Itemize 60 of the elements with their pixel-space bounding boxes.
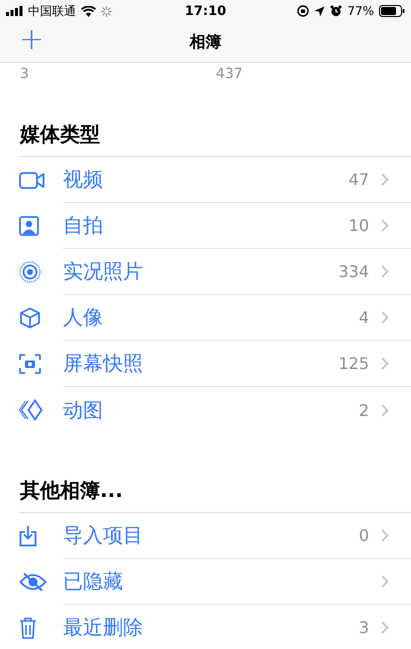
chevron-right-icon <box>381 219 389 232</box>
chevron-right-icon <box>381 575 389 588</box>
location-arrow-icon <box>314 6 326 16</box>
live-photo-icon <box>19 261 41 283</box>
album-row[interactable]: 导入项目 0 <box>0 513 411 559</box>
battery-percent: 77% <box>347 4 374 18</box>
wifi-icon <box>81 6 96 16</box>
album-name: 人像 <box>63 304 104 331</box>
album-count: 437 <box>216 66 243 82</box>
album-name: 已隐藏 <box>63 568 124 595</box>
album-row[interactable]: 最近删除 3 <box>0 605 411 649</box>
battery-icon <box>379 5 405 17</box>
item-count: 10 <box>348 216 369 235</box>
album-row[interactable]: 实况照片 334 <box>0 249 411 295</box>
album-count: 3 <box>20 66 29 82</box>
import-icon <box>19 525 37 547</box>
chevron-right-icon <box>381 265 389 278</box>
item-count: 334 <box>338 262 369 281</box>
album-row[interactable]: 自拍 10 <box>0 203 411 249</box>
section-header: 其他相簿... <box>20 477 123 504</box>
album-name: 视频 <box>63 166 104 193</box>
item-count: 125 <box>338 354 369 373</box>
album-row[interactable]: 人像 4 <box>0 295 411 341</box>
album-name: 动图 <box>63 396 104 424</box>
add-button[interactable]: + <box>19 25 44 59</box>
album-row[interactable]: 动图 2 <box>0 387 411 433</box>
spinner-icon <box>101 6 112 16</box>
chevron-right-icon <box>381 621 389 634</box>
eye-slash-icon <box>19 572 47 592</box>
item-count: 3 <box>358 618 369 637</box>
album-row[interactable]: 屏幕快照 125 <box>0 341 411 387</box>
alarm-clock-icon <box>330 5 342 17</box>
status-time: 17:10 <box>184 4 226 18</box>
signal-icon <box>6 6 23 16</box>
video-camera-icon <box>19 172 45 188</box>
person-portrait-icon <box>19 216 39 236</box>
item-count: 47 <box>348 170 369 189</box>
item-count: 0 <box>358 526 369 545</box>
animated-icon <box>19 399 43 421</box>
album-name: 导入项目 <box>63 522 144 549</box>
album-name: 自拍 <box>63 212 104 239</box>
item-count: 2 <box>358 400 369 420</box>
nav-title: 相簿 <box>190 32 222 52</box>
cube-icon <box>19 307 41 329</box>
section-header: 媒体类型 <box>20 121 100 148</box>
carrier-name: 中国联通 <box>28 2 76 20</box>
screenshot-icon <box>19 354 41 374</box>
chevron-right-icon <box>381 404 389 416</box>
album-row[interactable]: 视频 47 <box>0 157 411 203</box>
album-name: 最近删除 <box>63 614 144 641</box>
chevron-right-icon <box>381 529 389 542</box>
album-row[interactable]: 已隐藏 <box>0 559 411 605</box>
chevron-right-icon <box>381 173 389 186</box>
item-count: 4 <box>358 308 369 327</box>
chevron-right-icon <box>381 357 389 370</box>
rotation-lock-icon <box>297 5 310 17</box>
chevron-right-icon <box>381 311 389 324</box>
trash-icon <box>19 617 37 639</box>
album-name: 屏幕快照 <box>63 350 144 377</box>
album-name: 实况照片 <box>63 258 144 285</box>
